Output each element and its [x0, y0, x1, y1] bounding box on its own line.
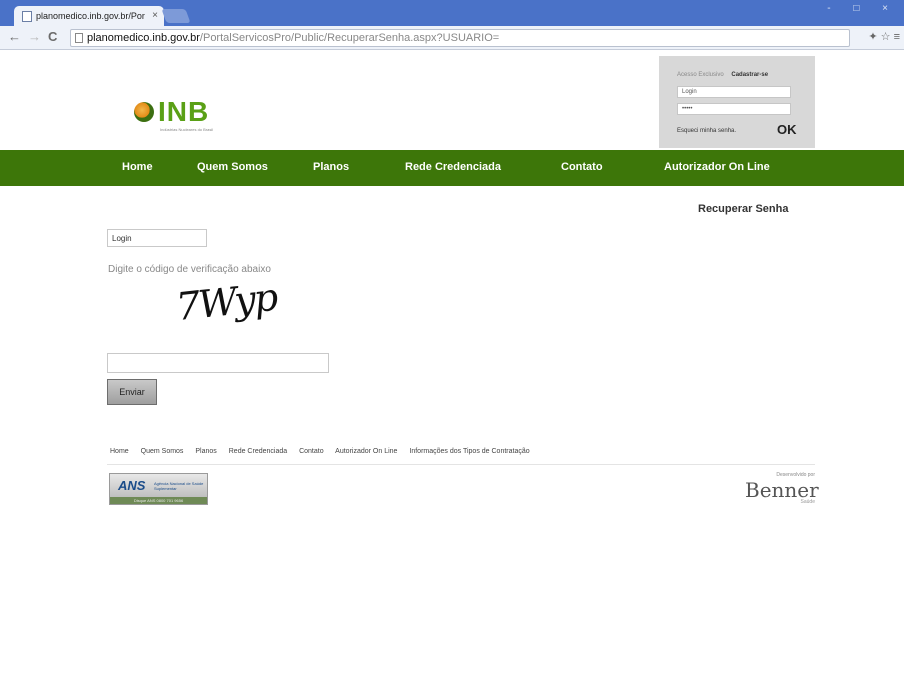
- nav-item-quem-somos[interactable]: Quem Somos: [197, 161, 268, 173]
- panel-password-field[interactable]: •••••: [677, 103, 791, 115]
- inb-logo[interactable]: INB Indústrias Nucleares do Brasil: [134, 96, 224, 136]
- page-icon: [75, 33, 83, 43]
- login-panel: Acesso Exclusivo Cadastrar-se Login ••••…: [659, 56, 815, 148]
- new-tab-button[interactable]: [161, 9, 191, 23]
- footer-link-tipos-contratacao[interactable]: Informações dos Tipos de Contratação: [409, 448, 529, 455]
- tab-title: planomedico.inb.gov.br/Por: [36, 11, 145, 21]
- logo-text: INB: [158, 96, 210, 127]
- main-nav: Home Quem Somos Planos Rede Credenciada …: [0, 150, 904, 186]
- reload-icon[interactable]: C: [48, 29, 57, 44]
- send-button[interactable]: Enviar: [107, 379, 157, 405]
- ans-logo-text: ANS: [118, 478, 146, 493]
- nav-item-home[interactable]: Home: [122, 161, 153, 173]
- footer-link-home[interactable]: Home: [110, 448, 129, 455]
- browser-menu-icons[interactable]: ✦ ☆ ≡: [868, 30, 900, 43]
- browser-titlebar: planomedico.inb.gov.br/Por × - □ ×: [0, 0, 904, 26]
- access-label: Acesso Exclusivo: [677, 72, 724, 78]
- panel-login-field[interactable]: Login: [677, 86, 791, 98]
- login-field[interactable]: Login: [107, 229, 207, 247]
- page-title: Recuperar Senha: [698, 203, 789, 215]
- footer-link-planos[interactable]: Planos: [195, 448, 216, 455]
- footer-link-autorizador[interactable]: Autorizador On Line: [335, 448, 397, 455]
- address-bar[interactable]: planomedico.inb.gov.br/PortalServicosPro…: [70, 29, 850, 47]
- close-tab-icon[interactable]: ×: [152, 10, 158, 21]
- forward-icon[interactable]: →: [28, 29, 41, 44]
- login-panel-header: Acesso Exclusivo Cadastrar-se: [677, 72, 768, 78]
- url-path: /PortalServicosPro/Public/RecuperarSenha…: [199, 32, 500, 44]
- browser-tab[interactable]: planomedico.inb.gov.br/Por ×: [14, 6, 164, 26]
- nav-item-rede-credenciada[interactable]: Rede Credenciada: [405, 161, 501, 173]
- footer-link-quem-somos[interactable]: Quem Somos: [141, 448, 184, 455]
- logo-tagline: Indústrias Nucleares do Brasil: [160, 127, 214, 132]
- captcha-text: 7Wyp: [173, 274, 279, 330]
- ok-button[interactable]: OK: [777, 122, 797, 137]
- browser-toolbar: ← → C planomedico.inb.gov.br/PortalServi…: [0, 26, 904, 50]
- footer-divider: [107, 464, 815, 465]
- window-controls[interactable]: - □ ×: [827, 3, 898, 14]
- nav-item-autorizador[interactable]: Autorizador On Line: [664, 161, 770, 173]
- nav-item-planos[interactable]: Planos: [313, 161, 349, 173]
- forgot-password-link[interactable]: Esqueci minha senha.: [677, 128, 736, 134]
- footer-links: Home Quem Somos Planos Rede Credenciada …: [110, 448, 540, 455]
- captcha-instruction: Digite o código de verificação abaixo: [108, 264, 271, 275]
- register-link[interactable]: Cadastrar-se: [731, 72, 768, 78]
- url-host: planomedico.inb.gov.br: [87, 32, 200, 44]
- ans-logo-subtext: Agência Nacional de Saúde Suplementar: [154, 481, 204, 491]
- page-icon: [22, 11, 32, 22]
- captcha-image: 7Wyp: [170, 275, 280, 336]
- benner-logo[interactable]: Desenvolvido por Benner Saúde: [745, 472, 819, 506]
- ans-logo[interactable]: ANS Agência Nacional de Saúde Suplementa…: [109, 473, 208, 505]
- logo-emblem-icon: [134, 102, 154, 122]
- benner-tag: Saúde: [800, 499, 815, 505]
- ans-phone-strip: Disque ANS 0800 701 9656: [110, 497, 207, 504]
- captcha-code-field[interactable]: [107, 353, 329, 373]
- footer-link-rede-credenciada[interactable]: Rede Credenciada: [229, 448, 287, 455]
- nav-item-contato[interactable]: Contato: [561, 161, 603, 173]
- back-icon[interactable]: ←: [8, 29, 21, 44]
- footer-link-contato[interactable]: Contato: [299, 448, 324, 455]
